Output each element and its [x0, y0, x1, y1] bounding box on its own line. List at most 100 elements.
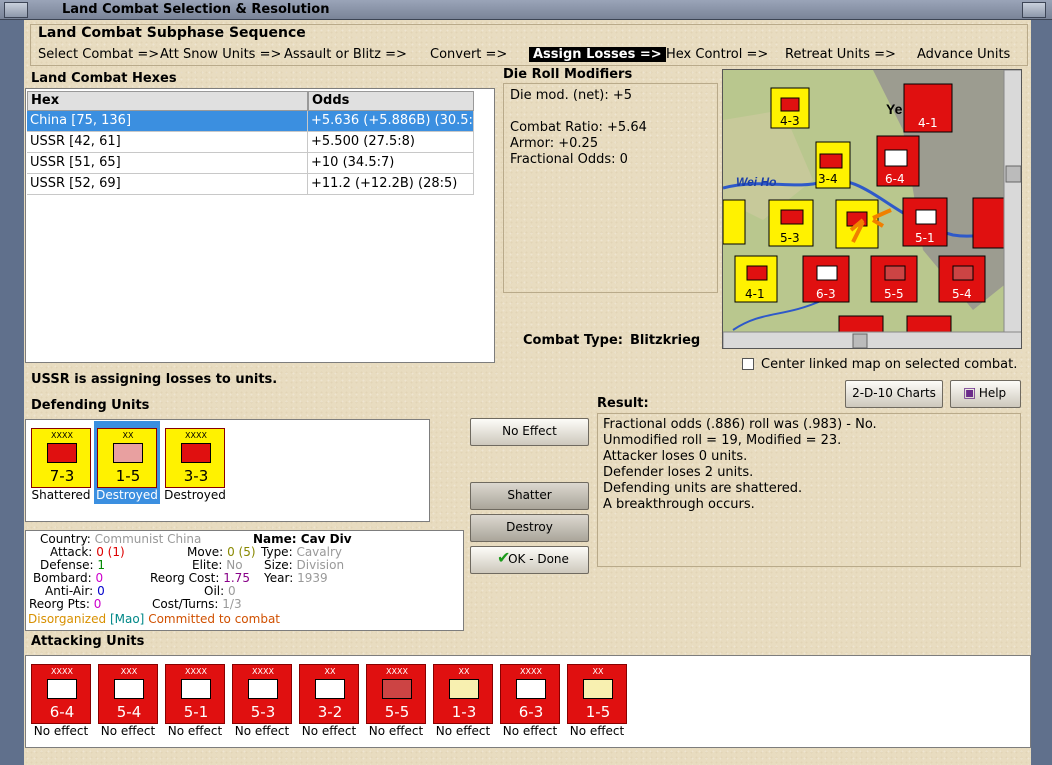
size-label: Size: [264, 558, 293, 572]
result-line: A breakthrough occurs. [603, 497, 755, 512]
bombard-label: Bombard: [33, 571, 92, 585]
combat-type-value: Blitzkrieg [630, 333, 701, 348]
window-title: Land Combat Selection & Resolution [62, 2, 330, 17]
unit-values: 6-4 [49, 703, 75, 721]
unit-counter[interactable]: XXXX 5-5 [366, 664, 426, 724]
table-row-hex[interactable]: China [75, 136] [27, 111, 308, 132]
phase-assign-losses: Assign Losses => [529, 47, 666, 62]
right-frame [1031, 20, 1052, 765]
center-map-checkbox[interactable] [742, 358, 754, 370]
result-line: Defender loses 2 units. [603, 465, 754, 480]
defense-label: Defense: [40, 558, 94, 572]
combat-type-label: Combat Type: [523, 333, 623, 348]
charts-button[interactable]: 2-D-10 Charts [845, 380, 943, 408]
unit-size: XX [122, 431, 134, 440]
table-row-odds[interactable]: +5.636 (+5.886B) (30.5: [308, 111, 474, 132]
close-button[interactable] [1022, 2, 1046, 18]
status-text: USSR is assigning losses to units. [31, 372, 278, 387]
unit-values: 5-4 [116, 703, 142, 721]
phase-advance: Advance Units [917, 47, 1011, 62]
unit-size: XXXX [185, 431, 207, 440]
table-row-hex[interactable]: USSR [51, 65] [27, 153, 308, 174]
die-line: Die mod. (net): +5 [510, 88, 633, 103]
unit-values: 6-3 [518, 703, 544, 721]
unit-caption: No effect [301, 724, 357, 738]
center-map-label: Center linked map on selected combat. [761, 357, 1018, 372]
col-odds-header[interactable]: Odds [308, 91, 474, 111]
unit-values: 1-3 [451, 703, 477, 721]
unit-size: XX [324, 667, 336, 676]
table-row-odds[interactable]: +11.2 (+12.2B) (28:5) [308, 174, 474, 195]
destroy-button[interactable]: Destroy [470, 514, 589, 542]
svg-text:6-3: 6-3 [816, 287, 836, 301]
col-hex-header[interactable]: Hex [27, 91, 308, 111]
shatter-button[interactable]: Shatter [470, 482, 589, 510]
unit-values: 3-3 [183, 467, 209, 485]
unit-counter[interactable]: XXXX 3-3 [165, 428, 225, 488]
unit-caption: No effect [234, 724, 290, 738]
unit-counter[interactable]: XXXX 5-1 [165, 664, 225, 724]
defending-title: Defending Units [31, 398, 150, 413]
name-value: Cav Div [300, 532, 352, 546]
type-value: Cavalry [296, 545, 342, 559]
unit-counter[interactable]: XX 1-5 [567, 664, 627, 724]
svg-text:4-1: 4-1 [745, 287, 765, 301]
unit-counter[interactable]: XXXX 6-3 [500, 664, 560, 724]
unit-caption: No effect [435, 724, 491, 738]
attacking-title: Attacking Units [31, 634, 145, 649]
table-row-hex[interactable]: USSR [42, 61] [27, 132, 308, 153]
attack-paren: (1) [107, 545, 125, 559]
unit-counter[interactable]: XX 1-3 [433, 664, 493, 724]
unit-caption: No effect [569, 724, 625, 738]
defense-value: 1 [97, 558, 105, 572]
phase-assault-blitz: Assault or Blitz => [284, 47, 407, 62]
no-effect-button[interactable]: No Effect [470, 418, 589, 446]
unit-caption: No effect [100, 724, 156, 738]
unit-counter[interactable]: XXXX 6-4 [31, 664, 91, 724]
ok-done-button[interactable]: ✔ OK - Done [470, 546, 589, 574]
phase-convert: Convert => [430, 47, 508, 62]
unit-values: 5-3 [250, 703, 276, 721]
table-row-odds[interactable]: +10 (34.5:7) [308, 153, 474, 174]
map-river-label: Wei Ho [736, 175, 776, 189]
result-title: Result: [597, 396, 649, 411]
unit-type-icon [315, 679, 345, 699]
country-label: Country: [40, 532, 91, 546]
table-row-hex[interactable]: USSR [52, 69] [27, 174, 308, 195]
unit-counter[interactable]: XXXX 7-3 [31, 428, 91, 488]
unit-type-icon [47, 679, 77, 699]
cost-turns-label: Cost/Turns: [152, 597, 219, 611]
phase-att-snow: Att Snow Units => [160, 47, 282, 62]
svg-text:5-1: 5-1 [915, 231, 935, 245]
system-menu-button[interactable] [4, 2, 28, 18]
unit-caption: Destroyed [164, 488, 226, 502]
svg-text:5-5: 5-5 [884, 287, 904, 301]
svg-text:5-3: 5-3 [780, 231, 800, 245]
unit-counter[interactable]: XXXX 5-3 [232, 664, 292, 724]
unit-caption: No effect [502, 724, 558, 738]
unit-counter[interactable]: XX 3-2 [299, 664, 359, 724]
unit-size: XXXX [185, 667, 207, 676]
unit-counter[interactable]: XXX 5-4 [98, 664, 158, 724]
reorg-pts-value: 0 [93, 597, 102, 611]
help-button[interactable]: ▣ Help [950, 380, 1021, 408]
unit-caption: Shattered [31, 488, 91, 502]
elite-label: Elite: [192, 558, 223, 572]
result-box: Fractional odds (.886) roll was (.983) -… [597, 413, 1021, 567]
svg-text:4-1: 4-1 [918, 116, 938, 130]
unit-counter[interactable]: XX 1-5 [97, 428, 157, 488]
phase-hex-control: Hex Control => [666, 47, 769, 62]
size-value: Division [296, 558, 345, 572]
unit-type-icon [114, 679, 144, 699]
cavalry-icon [113, 443, 143, 463]
die-line: Fractional Odds: 0 [510, 152, 628, 167]
status-leader: [Mao] [109, 612, 145, 626]
mountain-icon [181, 443, 211, 463]
attacking-units-row: XXXX 6-4 No effect XXX 5-4 No effect XXXX 5-1 No… [25, 658, 645, 738]
unit-caption: No effect [33, 724, 89, 738]
unit-values: 1-5 [585, 703, 611, 721]
table-row-odds[interactable]: +5.500 (27.5:8) [308, 132, 474, 153]
linked-map[interactable]: Wei Ho Ye 4-3 4-1 3-4 6-4 5-3 5-1 4-1 6-… [722, 69, 1022, 349]
unit-type-icon [248, 679, 278, 699]
unit-size: XX [592, 667, 604, 676]
